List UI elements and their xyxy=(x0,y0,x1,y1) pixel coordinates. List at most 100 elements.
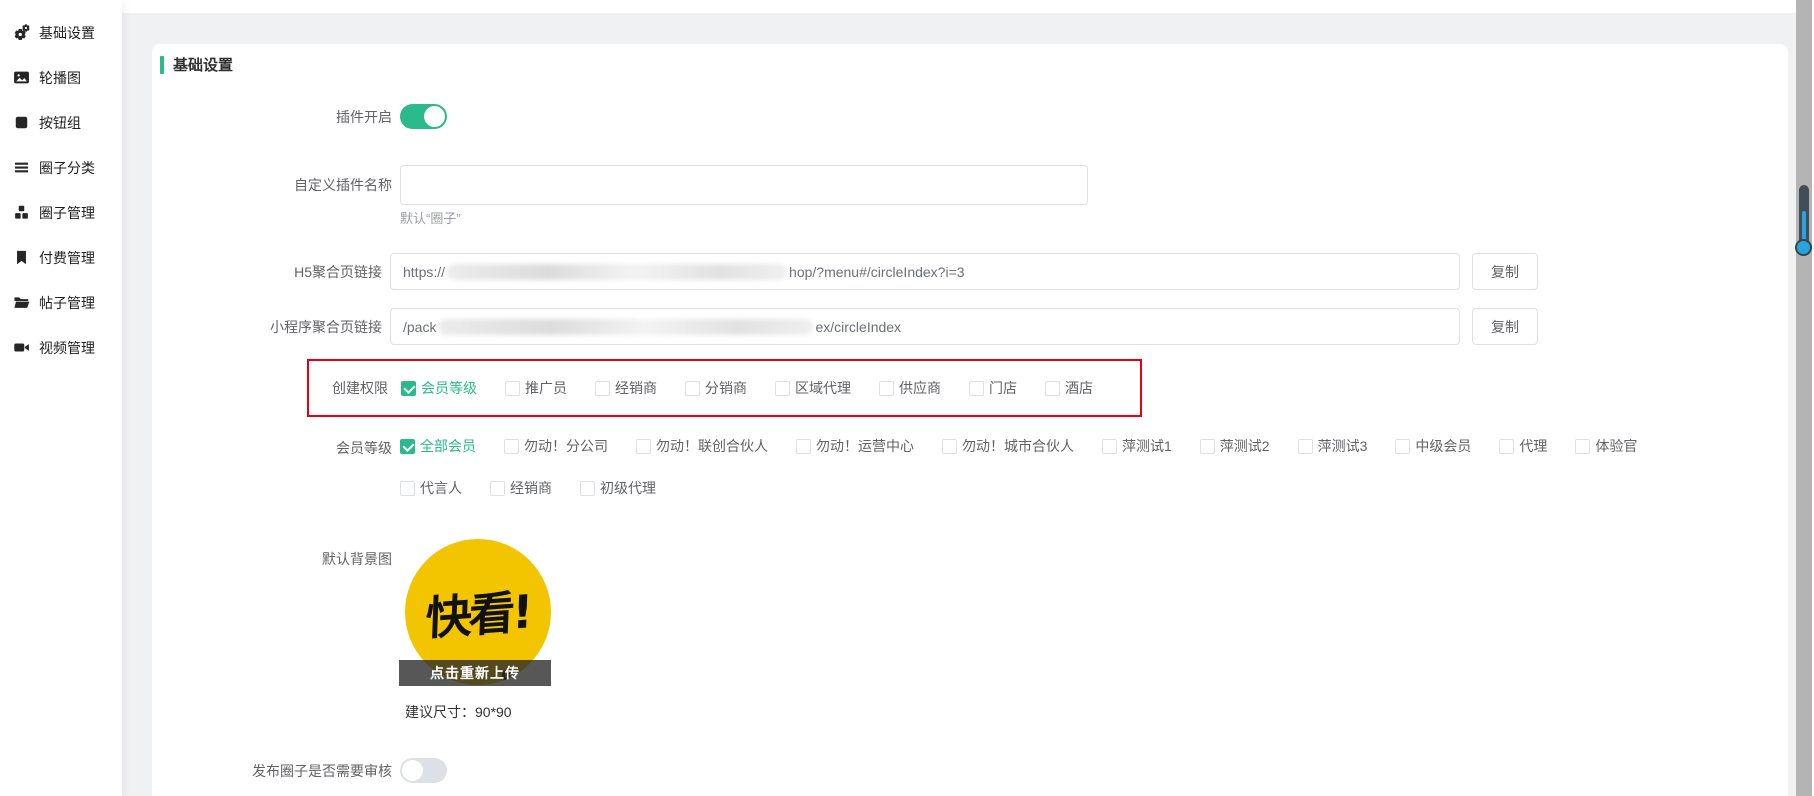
sidebar-item-label: 圈子管理 xyxy=(39,203,95,223)
sidebar-item-label: 轮播图 xyxy=(39,68,81,88)
checkbox-label: 供应商 xyxy=(899,378,941,398)
video-icon xyxy=(13,339,30,356)
checkbox-icon xyxy=(1200,439,1215,454)
checkbox-icon xyxy=(505,381,520,396)
checkbox-icon xyxy=(1102,439,1117,454)
default-bg-uploader[interactable]: 快看! G 点击重新上传 xyxy=(405,539,551,685)
sidebar-item-circle-category[interactable]: 圈子分类 xyxy=(0,145,122,190)
checkbox-option[interactable]: 初级代理 xyxy=(580,478,656,498)
checkbox-label: 勿动！运营中心 xyxy=(816,436,914,456)
checkbox-label: 代言人 xyxy=(420,478,462,498)
publish-review-switch[interactable] xyxy=(400,758,447,783)
create-permission-highlight-box: 创建权限 会员等级 推广员 经销商 分销商 区域代理 供应商 门店 酒店 xyxy=(307,359,1142,417)
checkbox-icon xyxy=(942,439,957,454)
checkbox-label: 勿动！分公司 xyxy=(524,436,608,456)
sidebar-item-label: 帖子管理 xyxy=(39,293,95,313)
sidebar-item-carousel[interactable]: 轮播图 xyxy=(0,55,122,100)
checkbox-label: 会员等级 xyxy=(421,378,477,398)
checkbox-option[interactable]: 中级会员 xyxy=(1395,436,1471,456)
checkbox-label: 体验官 xyxy=(1595,436,1637,456)
publish-review-label: 发布圈子是否需要审核 xyxy=(152,761,392,781)
sidebar-item-post-management[interactable]: 帖子管理 xyxy=(0,280,122,325)
sidebar-item-payment-management[interactable]: 付费管理 xyxy=(0,235,122,280)
checkbox-option[interactable]: 供应商 xyxy=(879,378,941,398)
checkbox-option[interactable]: 门店 xyxy=(969,378,1017,398)
checkbox-option[interactable]: 推广员 xyxy=(505,378,567,398)
bookmark-icon xyxy=(13,249,30,266)
checkbox-option[interactable]: 勿动！城市合伙人 xyxy=(942,436,1074,456)
checkbox-option[interactable]: 勿动！运营中心 xyxy=(796,436,914,456)
folder-icon xyxy=(13,294,30,311)
checkbox-icon xyxy=(1298,439,1313,454)
h5-link-suffix: hop/?menu#/circleIndex?i=3 xyxy=(789,264,965,280)
h5-link-prefix: https:// xyxy=(403,264,445,280)
checkbox-label: 酒店 xyxy=(1065,378,1093,398)
checkbox-option[interactable]: 全部会员 xyxy=(400,436,476,456)
checkbox-label: 萍测试1 xyxy=(1122,436,1172,456)
checkbox-label: 分销商 xyxy=(705,378,747,398)
checkbox-option[interactable]: 代言人 xyxy=(400,478,462,498)
sidebar-item-label: 基础设置 xyxy=(39,23,95,43)
toggle-knob xyxy=(402,760,423,781)
drag-cursor-icon xyxy=(1799,185,1809,249)
plugin-name-input[interactable] xyxy=(400,165,1088,205)
checkbox-option[interactable]: 勿动！联创合伙人 xyxy=(636,436,768,456)
section-accent-bar xyxy=(160,56,164,74)
create-permission-label: 创建权限 xyxy=(332,378,388,398)
checkbox-icon xyxy=(1395,439,1410,454)
mini-link-input[interactable]: /pack ex/circleIndex xyxy=(390,308,1460,345)
sidebar-item-label: 按钮组 xyxy=(39,113,81,133)
checkbox-icon xyxy=(504,439,519,454)
checkbox-label: 门店 xyxy=(989,378,1017,398)
member-level-label: 会员等级 xyxy=(152,436,392,458)
reupload-button[interactable]: 点击重新上传 xyxy=(399,660,551,686)
h5-copy-button[interactable]: 复制 xyxy=(1472,253,1538,290)
section-header: 基础设置 xyxy=(160,54,233,75)
checkbox-option[interactable]: 萍测试1 xyxy=(1102,436,1172,456)
mini-copy-button[interactable]: 复制 xyxy=(1472,308,1538,345)
checkbox-option[interactable]: 区域代理 xyxy=(775,378,851,398)
checkbox-label: 勿动！城市合伙人 xyxy=(962,436,1074,456)
sidebar-item-label: 视频管理 xyxy=(39,338,95,358)
square-icon xyxy=(13,114,30,131)
checkbox-option[interactable]: 勿动！分公司 xyxy=(504,436,608,456)
checkbox-option[interactable]: 萍测试3 xyxy=(1298,436,1368,456)
checkbox-label: 经销商 xyxy=(510,478,552,498)
checkbox-option[interactable]: 会员等级 xyxy=(401,378,477,398)
h5-link-input[interactable]: https:// hop/?menu#/circleIndex?i=3 xyxy=(390,253,1460,290)
checkbox-label: 区域代理 xyxy=(795,378,851,398)
plugin-toggle-switch[interactable] xyxy=(400,104,447,129)
settings-card: 基础设置 插件开启 自定义插件名称 默认“圈子” H5聚合页链接 https:/… xyxy=(152,44,1788,796)
checkbox-option[interactable]: 体验官 xyxy=(1575,436,1637,456)
checkbox-label: 经销商 xyxy=(615,378,657,398)
vertical-scrollbar[interactable] xyxy=(1796,0,1812,796)
checkbox-option[interactable]: 分销商 xyxy=(685,378,747,398)
main-area: 基础设置 插件开启 自定义插件名称 默认“圈子” H5聚合页链接 https:/… xyxy=(122,0,1814,796)
publish-review-row: 发布圈子是否需要审核 xyxy=(152,758,447,783)
sidebar-item-basic-settings[interactable]: 基础设置 xyxy=(0,10,122,55)
checkbox-icon xyxy=(796,439,811,454)
mini-link-label: 小程序聚合页链接 xyxy=(152,317,382,337)
drag-cursor-ball xyxy=(1795,239,1812,256)
size-hint: 建议尺寸：90*90 xyxy=(405,702,512,722)
default-bg-label: 默认背景图 xyxy=(152,549,392,569)
sidebar-item-video-management[interactable]: 视频管理 xyxy=(0,325,122,370)
page-title: 基础设置 xyxy=(173,54,233,75)
member-level-options: 全部会员 勿动！分公司 勿动！联创合伙人 勿动！运营中心 勿动！城市合伙人 萍测… xyxy=(400,436,1710,498)
plugin-toggle-label: 插件开启 xyxy=(152,107,392,127)
checkbox-option[interactable]: 经销商 xyxy=(490,478,552,498)
checkbox-option[interactable]: 酒店 xyxy=(1045,378,1093,398)
checkbox-option[interactable]: 萍测试2 xyxy=(1200,436,1270,456)
checkbox-label: 初级代理 xyxy=(600,478,656,498)
sidebar-item-button-group[interactable]: 按钮组 xyxy=(0,100,122,145)
checkbox-icon xyxy=(1045,381,1060,396)
checkbox-option[interactable]: 代理 xyxy=(1499,436,1547,456)
sidebar-item-label: 付费管理 xyxy=(39,248,95,268)
sidebar-item-circle-management[interactable]: 圈子管理 xyxy=(0,190,122,235)
checkbox-label: 全部会员 xyxy=(420,436,476,456)
checkbox-option[interactable]: 经销商 xyxy=(595,378,657,398)
mini-link-row: 小程序聚合页链接 /pack ex/circleIndex 复制 xyxy=(152,308,1538,345)
checkbox-icon xyxy=(1499,439,1514,454)
mini-link-prefix: /pack xyxy=(403,319,436,335)
plugin-name-hint: 默认“圈子” xyxy=(400,208,461,227)
